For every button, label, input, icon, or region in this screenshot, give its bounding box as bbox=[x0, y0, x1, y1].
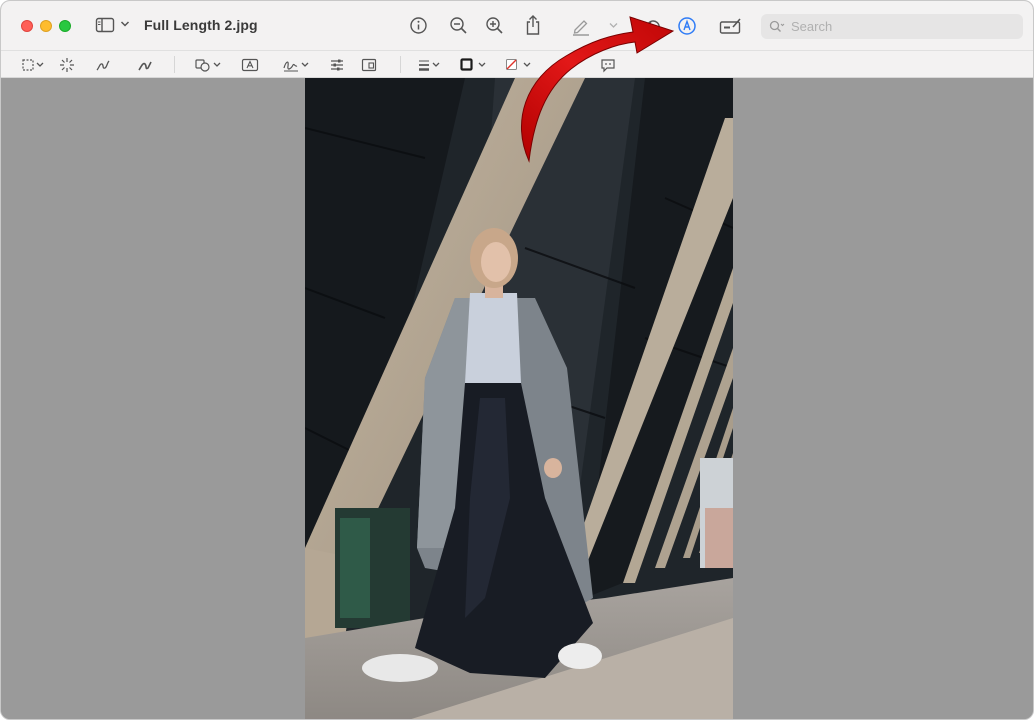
sketch-button[interactable] bbox=[94, 55, 112, 74]
share-icon bbox=[526, 15, 540, 35]
sidebar-toggle-button[interactable] bbox=[95, 16, 115, 34]
shapes-button[interactable] bbox=[194, 55, 224, 74]
close-button[interactable] bbox=[21, 20, 33, 32]
info-icon bbox=[410, 17, 427, 34]
zoom-in-icon bbox=[486, 17, 503, 34]
rotate-button[interactable] bbox=[643, 16, 663, 36]
zoom-in-button[interactable] bbox=[485, 16, 504, 35]
minimize-button[interactable] bbox=[40, 20, 52, 32]
preview-window: Full Length 2.jpg bbox=[0, 0, 1034, 720]
add-description-button[interactable] bbox=[599, 55, 617, 74]
photo-illustration bbox=[305, 78, 733, 719]
chevron-down-icon bbox=[120, 21, 130, 27]
info-button[interactable] bbox=[409, 16, 428, 35]
draw-button[interactable] bbox=[136, 55, 154, 74]
selection-tools-button[interactable] bbox=[21, 55, 47, 74]
sketch-icon bbox=[96, 60, 110, 70]
page-layout-icon bbox=[361, 58, 377, 71]
line-style-icon bbox=[419, 60, 440, 71]
search-icon bbox=[769, 20, 785, 32]
shape-style-button[interactable] bbox=[417, 55, 445, 74]
zoom-button[interactable] bbox=[59, 20, 71, 32]
toolbar-separator bbox=[174, 56, 175, 73]
fill-color-button[interactable] bbox=[504, 55, 534, 74]
text-box-button[interactable] bbox=[241, 55, 259, 74]
border-color-button[interactable] bbox=[459, 55, 489, 74]
rect-selection-icon bbox=[22, 58, 44, 71]
markup-icon bbox=[678, 17, 696, 35]
fill-color-icon bbox=[506, 58, 531, 70]
border-color-icon bbox=[460, 57, 486, 71]
sidebar-icon bbox=[95, 17, 115, 33]
adjust-size-button[interactable] bbox=[360, 55, 378, 74]
share-button[interactable] bbox=[524, 14, 542, 36]
zoom-out-icon bbox=[450, 17, 467, 34]
window-title: Full Length 2.jpg bbox=[144, 17, 258, 33]
text-icon bbox=[241, 58, 259, 71]
chevron-down-icon bbox=[609, 23, 618, 28]
sign-icon bbox=[283, 61, 309, 71]
adjust-color-button[interactable] bbox=[328, 55, 346, 74]
highlight-pen-icon bbox=[573, 20, 589, 36]
sign-button[interactable] bbox=[282, 55, 312, 74]
rotate-icon bbox=[644, 20, 660, 34]
title-bar: Full Length 2.jpg bbox=[1, 1, 1033, 51]
draw-icon bbox=[138, 61, 152, 70]
document-image bbox=[305, 78, 733, 719]
instant-alpha-button[interactable] bbox=[58, 55, 76, 74]
markup-toggle-button[interactable] bbox=[677, 16, 697, 36]
highlight-menu-chevron[interactable] bbox=[609, 22, 618, 29]
form-fill-button[interactable] bbox=[719, 16, 743, 36]
form-fill-icon bbox=[719, 18, 741, 34]
search-field[interactable] bbox=[761, 14, 1023, 39]
markup-toolbar bbox=[1, 51, 1033, 78]
shapes-icon bbox=[195, 58, 221, 72]
speech-bubble-icon bbox=[601, 58, 615, 72]
zoom-out-button[interactable] bbox=[449, 16, 468, 35]
highlight-button[interactable] bbox=[571, 16, 591, 36]
document-canvas bbox=[1, 78, 1033, 719]
instant-alpha-icon bbox=[60, 57, 74, 72]
adjust-color-icon bbox=[331, 59, 343, 70]
search-input[interactable] bbox=[791, 19, 1011, 34]
toolbar-separator bbox=[400, 56, 401, 73]
sidebar-menu-chevron[interactable] bbox=[120, 20, 130, 28]
